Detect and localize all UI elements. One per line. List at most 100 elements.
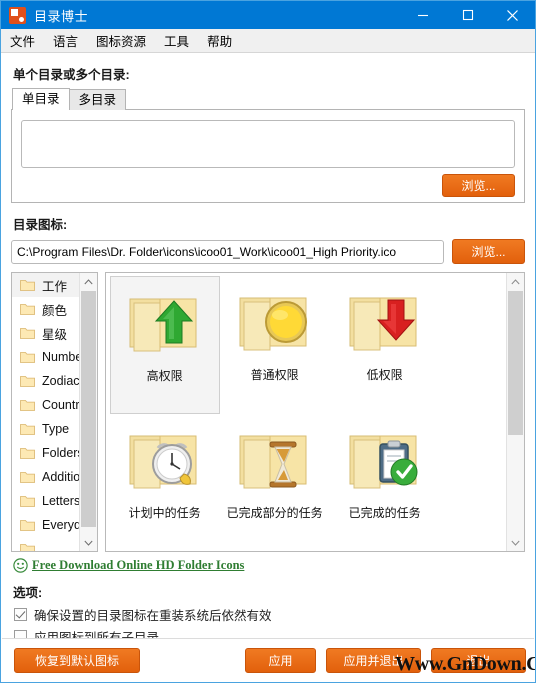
folder-icon [20, 495, 35, 507]
icon-item-completed-task[interactable]: 已完成的任务 [330, 414, 440, 551]
folder-icon [20, 399, 35, 411]
category-item-everyday[interactable]: Everyday [12, 513, 79, 537]
folder-icon [20, 279, 35, 291]
category-item-label: Letters [42, 494, 79, 508]
category-item-color[interactable]: 颜色 [12, 297, 79, 321]
category-list: 工作 颜色 星级 Numb Zodiac Count Type Folder A… [11, 272, 98, 552]
browse-icon-button[interactable]: 浏览... [452, 239, 525, 264]
folder-green-up-arrow-icon [122, 281, 208, 367]
icon-item-high-priority[interactable]: 高权限 [109, 276, 220, 414]
category-item-label: Folders [42, 446, 79, 460]
menu-item-language[interactable]: 语言 [53, 29, 87, 52]
folder-alarm-clock-icon [122, 418, 208, 504]
icon-item-partially-completed-task[interactable]: 已完成部分的任务 [220, 414, 330, 551]
scroll-down-icon[interactable] [80, 534, 97, 551]
browse-directory-button[interactable]: 浏览... [442, 174, 515, 197]
icon-path-row: 浏览... [11, 239, 525, 264]
category-item-label: Zodiac [42, 374, 79, 388]
icon-section-label: 目录图标: [13, 218, 68, 232]
category-item-additional[interactable]: Additional [12, 465, 79, 489]
menu-item-tools[interactable]: 工具 [164, 29, 198, 52]
folder-icon [20, 303, 35, 315]
main-content: 单个目录或多个目录: 单目录 多目录 浏览... 目录图标: 浏览... [1, 64, 535, 646]
category-item-country-flags[interactable]: Country Flags [12, 393, 79, 417]
folder-icon [20, 471, 35, 483]
watermark: Www.GnDown.Com [395, 653, 535, 675]
window-title: 目录博士 [34, 8, 89, 24]
category-item-label: Country Flags [42, 398, 79, 412]
folder-icon [20, 543, 35, 551]
restore-default-icon-button[interactable]: 恢复到默认图标 [14, 648, 140, 673]
maximize-icon[interactable] [445, 1, 490, 29]
category-item-folders[interactable]: Folders [12, 441, 79, 465]
category-item-label: 工作 [42, 279, 68, 294]
option-row-persist[interactable]: 确保设置的目录图标在重装系统后依然有效 [14, 605, 525, 624]
folder-icon [20, 375, 35, 387]
category-item-star-rating[interactable]: 星级 [12, 321, 79, 345]
icon-grid-panel: 高权限 普通权限 低权限 计划中的任务 已完成部分的任务 已完成的任务 [104, 272, 525, 552]
scroll-down-icon[interactable] [507, 534, 524, 551]
application-window: 目录博士 文件 语言 图标资源 工具 帮助 单个目录或多个目录: 单目录 多目录 [0, 0, 536, 683]
category-item-work[interactable]: 工作 [12, 273, 79, 297]
menu-item-help[interactable]: 帮助 [207, 29, 241, 52]
icon-item-label: 普通权限 [250, 368, 299, 382]
title-bar: 目录博士 [1, 1, 535, 29]
icon-path-input[interactable] [11, 239, 444, 264]
category-scrollbar[interactable] [78, 273, 97, 551]
category-item-label: Additional [42, 470, 79, 484]
icon-grid-scrollbar[interactable] [506, 273, 524, 551]
icon-item-label: 已完成部分的任务 [226, 506, 323, 520]
folder-icon [20, 423, 35, 435]
tab-multi-directory[interactable]: 多目录 [68, 89, 127, 110]
category-item-label: Everyday [42, 518, 79, 532]
folder-icon [20, 447, 35, 459]
scroll-up-icon[interactable] [507, 273, 524, 290]
folder-hourglass-icon [232, 418, 318, 504]
icon-item-normal-priority[interactable]: 普通权限 [220, 276, 330, 414]
category-item-type[interactable]: Type [12, 417, 79, 441]
icon-grid-scroll-thumb[interactable] [508, 291, 523, 435]
category-item-label: Numbers [42, 350, 79, 364]
directory-input[interactable] [21, 120, 515, 168]
folder-red-down-arrow-icon [342, 280, 428, 366]
icon-item-low-priority[interactable]: 低权限 [330, 276, 440, 414]
minimize-icon[interactable] [400, 1, 445, 29]
scroll-up-icon[interactable] [80, 273, 97, 290]
download-icons-link[interactable]: Free Download Online HD Folder Icons [32, 558, 244, 573]
icon-item-scheduled-task[interactable]: 计划中的任务 [110, 414, 220, 551]
directory-tab-panel: 浏览... [11, 109, 525, 203]
category-item-label: 星级 [42, 327, 68, 342]
icon-item-label: 高权限 [146, 369, 183, 383]
download-link-row[interactable]: Free Download Online HD Folder Icons [13, 558, 525, 573]
directory-section-label: 单个目录或多个目录: [13, 68, 130, 82]
menu-item-icon-resources[interactable]: 图标资源 [96, 29, 155, 52]
menu-bar: 文件 语言 图标资源 工具 帮助 [1, 29, 535, 53]
smiley-icon [13, 558, 28, 573]
category-item-label: Type [42, 422, 70, 436]
category-item-zodiac[interactable]: Zodiac [12, 369, 79, 393]
folder-icon [20, 327, 35, 339]
close-icon[interactable] [490, 1, 535, 29]
apply-button[interactable]: 应用 [245, 648, 316, 673]
folder-clipboard-check-icon [342, 418, 428, 504]
category-scroll-thumb[interactable] [80, 291, 96, 527]
folder-icon [20, 519, 35, 531]
window-controls [400, 1, 535, 29]
checkbox-persist-icon[interactable] [14, 608, 27, 621]
folder-icon [20, 351, 35, 363]
category-item-partial[interactable] [12, 537, 79, 551]
icon-item-label: 计划中的任务 [128, 506, 201, 520]
directory-tabs: 单目录 多目录 [12, 88, 525, 110]
category-item-letters[interactable]: Letters [12, 489, 79, 513]
menu-item-file[interactable]: 文件 [10, 29, 44, 52]
option-label-persist: 确保设置的目录图标在重装系统后依然有效 [34, 609, 272, 623]
category-item-numbers[interactable]: Numbers [12, 345, 79, 369]
icon-item-label: 已完成的任务 [348, 506, 421, 520]
options-label: 选项: [13, 586, 43, 600]
icon-browser: 工作 颜色 星级 Numb Zodiac Count Type Folder A… [11, 272, 525, 552]
tab-single-directory[interactable]: 单目录 [12, 88, 70, 110]
icon-item-label: 低权限 [366, 368, 403, 382]
folder-doctor-icon [9, 6, 26, 24]
folder-yellow-circle-icon [232, 280, 318, 366]
icon-grid: 高权限 普通权限 低权限 计划中的任务 已完成部分的任务 已完成的任务 [106, 273, 506, 551]
